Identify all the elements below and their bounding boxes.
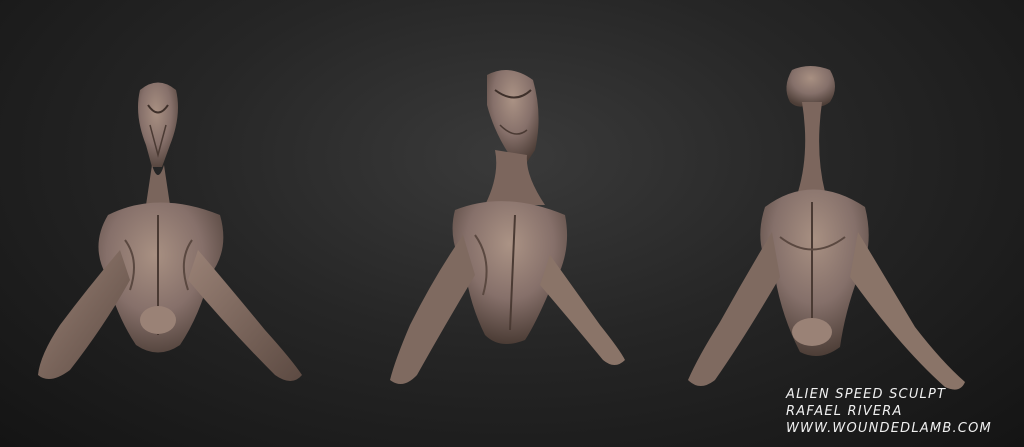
alien-sculpt-three-quarter-view [390, 70, 625, 384]
caption-author: RAFAEL RIVERA [786, 404, 903, 419]
caption-title: ALIEN SPEED SCULPT [786, 387, 947, 402]
alien-sculpt-front-view [38, 82, 302, 381]
render-stage: ALIEN SPEED SCULPT RAFAEL RIVERA WWW.WOU… [0, 0, 1024, 447]
alien-sculpt-back-view [688, 66, 965, 390]
caption-website: WWW.WOUNDEDLAMB.COM [786, 421, 992, 436]
credit-caption: ALIEN SPEED SCULPT RAFAEL RIVERA WWW.WOU… [786, 386, 1016, 437]
